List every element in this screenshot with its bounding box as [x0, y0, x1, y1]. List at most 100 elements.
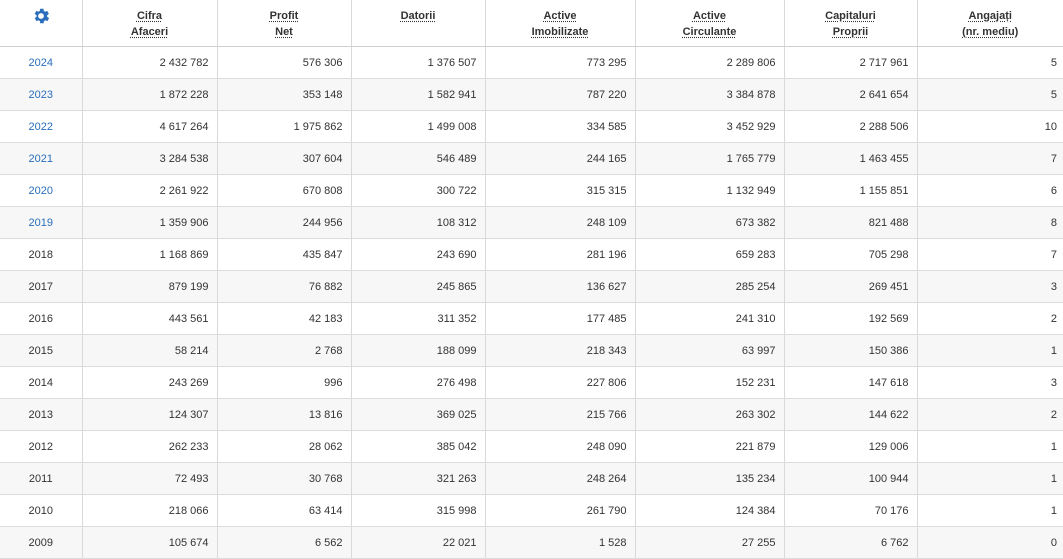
value-cell-datorii: 1 499 008 [351, 110, 486, 143]
value-cell-imob: 787 220 [485, 78, 636, 111]
col-header-cifra-afaceri[interactable]: Cifra Afaceri [82, 0, 218, 47]
value-cell-cifra: 2 261 922 [82, 174, 218, 207]
year-cell[interactable]: 2022 [0, 110, 83, 143]
col-header-line1[interactable]: Cifra [131, 8, 168, 24]
value-cell-ang: 1 [917, 334, 1063, 367]
year-label: 2013 [28, 408, 53, 421]
value-cell-profit: 13 816 [217, 398, 352, 431]
value-cell-circ: 135 234 [635, 462, 785, 495]
value-cell-ang: 2 [917, 398, 1063, 431]
value-cell-cifra: 4 617 264 [82, 110, 218, 143]
year-cell: 2012 [0, 430, 83, 463]
col-header-line2[interactable]: Circulante [683, 24, 737, 40]
value-cell-ang: 10 [917, 110, 1063, 143]
value-cell-cifra: 218 066 [82, 494, 218, 527]
value-cell-circ: 659 283 [635, 238, 785, 271]
value-cell-cap: 144 622 [784, 398, 918, 431]
year-link[interactable]: 2022 [29, 121, 53, 133]
year-link[interactable]: 2020 [29, 185, 53, 197]
gear-icon[interactable] [31, 6, 51, 29]
col-header-capitaluri-proprii[interactable]: Capitaluri Proprii [784, 0, 918, 47]
value-cell-datorii: 311 352 [351, 302, 486, 335]
value-cell-profit: 244 956 [217, 206, 352, 239]
table-row: 2024 2 432 782 576 306 1 376 507 773 295 2 28… [0, 46, 1063, 79]
value-cell-cap: 150 386 [784, 334, 918, 367]
col-header-line2[interactable]: Proprii [825, 24, 876, 40]
col-header-line1[interactable]: Active [683, 8, 737, 24]
table-row: 2023 1 872 228 353 148 1 582 941 787 220 3 38… [0, 78, 1063, 111]
col-header-line1[interactable]: Profit [270, 8, 299, 24]
year-cell: 2016 [0, 302, 83, 335]
year-cell[interactable]: 2020 [0, 174, 83, 207]
value-cell-cap: 70 176 [784, 494, 918, 527]
col-header-line2[interactable]: Imobilizate [532, 24, 589, 40]
header-row: Cifra Afaceri Profit Net Datorii Active Imo… [0, 0, 1063, 47]
year-link[interactable]: 2024 [29, 57, 53, 69]
value-cell-cifra: 1 168 869 [82, 238, 218, 271]
value-cell-imob: 215 766 [485, 398, 636, 431]
year-label: 2018 [28, 248, 53, 261]
year-cell[interactable]: 2019 [0, 206, 83, 239]
col-header-angajati[interactable]: Angajați (nr. mediu) [917, 0, 1063, 47]
value-cell-imob: 218 343 [485, 334, 636, 367]
value-cell-imob: 177 485 [485, 302, 636, 335]
value-cell-cap: 821 488 [784, 206, 918, 239]
value-cell-profit: 76 882 [217, 270, 352, 303]
value-cell-imob: 773 295 [485, 46, 636, 79]
value-cell-circ: 3 452 929 [635, 110, 785, 143]
table-row: 2020 2 261 922 670 808 300 722 315 315 1 132 … [0, 174, 1063, 207]
value-cell-profit: 1 975 862 [217, 110, 352, 143]
col-header-line1[interactable]: Active [532, 8, 589, 24]
value-cell-ang: 8 [917, 206, 1063, 239]
year-cell: 2018 [0, 238, 83, 271]
value-cell-datorii: 108 312 [351, 206, 486, 239]
col-header-active-circulante[interactable]: Active Circulante [635, 0, 785, 47]
col-header-line2[interactable]: Net [270, 24, 299, 40]
value-cell-cifra: 879 199 [82, 270, 218, 303]
value-cell-datorii: 546 489 [351, 142, 486, 175]
col-header-line1[interactable]: Datorii [401, 8, 436, 24]
table-row: 2015 58 214 2 768 188 099 218 343 63 997 150 3… [0, 334, 1063, 367]
table-row: 2017 879 199 76 882 245 865 136 627 285 254 26… [0, 270, 1063, 303]
value-cell-cap: 1 463 455 [784, 142, 918, 175]
year-label: 2011 [28, 472, 53, 485]
table-row: 2014 243 269 996 276 498 227 806 152 231 147 6… [0, 366, 1063, 399]
year-link[interactable]: 2019 [29, 217, 53, 229]
value-cell-circ: 152 231 [635, 366, 785, 399]
value-cell-profit: 670 808 [217, 174, 352, 207]
year-label: 2014 [28, 376, 53, 389]
year-link[interactable]: 2023 [29, 89, 53, 101]
value-cell-ang: 3 [917, 270, 1063, 303]
value-cell-imob: 136 627 [485, 270, 636, 303]
settings-cell[interactable] [0, 0, 83, 47]
value-cell-ang: 1 [917, 494, 1063, 527]
value-cell-cifra: 58 214 [82, 334, 218, 367]
col-header-line1[interactable]: Angajați [962, 8, 1018, 24]
table-row: 2011 72 493 30 768 321 263 248 264 135 234 100… [0, 462, 1063, 495]
col-header-line2[interactable]: (nr. mediu) [962, 24, 1018, 40]
value-cell-imob: 244 165 [485, 142, 636, 175]
value-cell-cap: 100 944 [784, 462, 918, 495]
value-cell-ang: 2 [917, 302, 1063, 335]
value-cell-cap: 1 155 851 [784, 174, 918, 207]
value-cell-imob: 281 196 [485, 238, 636, 271]
col-header-profit-net[interactable]: Profit Net [217, 0, 352, 47]
value-cell-imob: 227 806 [485, 366, 636, 399]
col-header-line1[interactable]: Capitaluri [825, 8, 876, 24]
year-cell[interactable]: 2023 [0, 78, 83, 111]
col-header-datorii[interactable]: Datorii [351, 0, 486, 47]
year-cell[interactable]: 2021 [0, 142, 83, 175]
year-label: 2010 [28, 504, 53, 517]
year-cell[interactable]: 2024 [0, 46, 83, 79]
col-header-line2[interactable]: Afaceri [131, 24, 168, 40]
year-label: 2015 [28, 344, 53, 357]
year-link[interactable]: 2021 [29, 153, 53, 165]
value-cell-cap: 2 717 961 [784, 46, 918, 79]
value-cell-imob: 248 090 [485, 430, 636, 463]
col-header-active-imobilizate[interactable]: Active Imobilizate [485, 0, 636, 47]
year-label: 2017 [28, 280, 53, 293]
value-cell-profit: 435 847 [217, 238, 352, 271]
value-cell-cap: 129 006 [784, 430, 918, 463]
value-cell-cifra: 1 359 906 [82, 206, 218, 239]
value-cell-profit: 576 306 [217, 46, 352, 79]
